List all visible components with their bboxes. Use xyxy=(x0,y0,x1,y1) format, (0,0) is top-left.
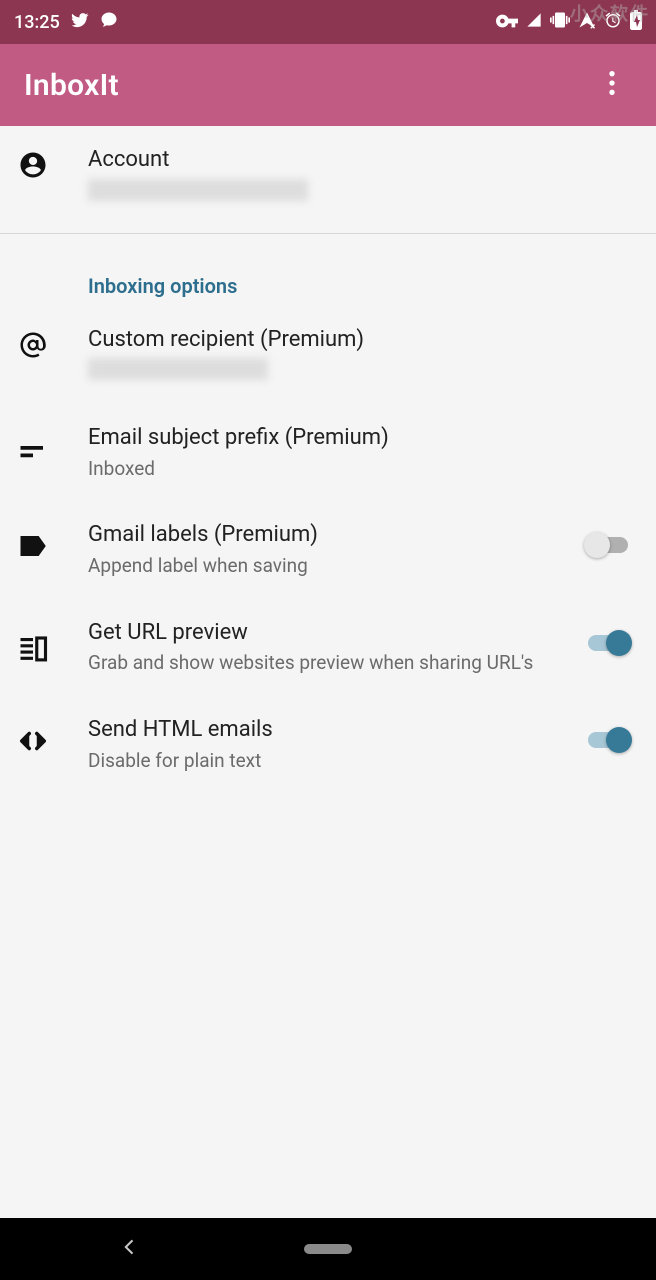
send-html-title: Send HTML emails xyxy=(88,716,568,745)
account-email-redacted xyxy=(88,179,308,201)
settings-list: Account Inboxing options Custom recipien… xyxy=(0,126,656,793)
url-preview-toggle[interactable] xyxy=(584,629,632,657)
label-icon xyxy=(18,531,48,565)
custom-recipient-row[interactable]: Custom recipient (Premium) xyxy=(0,306,656,405)
nav-back-button[interactable] xyxy=(120,1237,140,1261)
at-icon xyxy=(18,330,48,364)
send-html-row[interactable]: Send HTML emails Disable for plain text xyxy=(0,696,656,793)
twitter-icon xyxy=(70,10,90,34)
app-title: InboxIt xyxy=(24,68,119,103)
gmail-labels-toggle[interactable] xyxy=(584,531,632,559)
account-title: Account xyxy=(88,146,632,175)
email-prefix-subtitle: Inboxed xyxy=(88,457,632,482)
more-vert-icon xyxy=(608,69,616,101)
gmail-labels-row[interactable]: Gmail labels (Premium) Append label when… xyxy=(0,501,656,598)
section-header: Inboxing options xyxy=(88,242,632,306)
code-icon xyxy=(18,726,48,760)
app-bar: InboxIt xyxy=(0,44,656,126)
send-html-toggle[interactable] xyxy=(584,726,632,754)
navigation-bar xyxy=(0,1218,656,1280)
battery-charging-icon xyxy=(630,10,642,34)
vibrate-icon xyxy=(550,10,570,34)
more-options-button[interactable] xyxy=(592,65,632,105)
nav-home-button[interactable] xyxy=(304,1244,352,1254)
url-preview-title: Get URL preview xyxy=(88,619,568,648)
send-html-subtitle: Disable for plain text xyxy=(88,749,568,774)
gmail-labels-title: Gmail labels (Premium) xyxy=(88,521,568,550)
account-row[interactable]: Account xyxy=(0,126,656,225)
location-off-icon xyxy=(578,11,596,33)
email-prefix-title: Email subject prefix (Premium) xyxy=(88,424,632,453)
speech-icon xyxy=(100,11,118,33)
vertical-split-icon xyxy=(18,633,48,667)
vpn-key-icon xyxy=(496,13,518,32)
url-preview-row[interactable]: Get URL preview Grab and show websites p… xyxy=(0,599,656,696)
gmail-labels-subtitle: Append label when saving xyxy=(88,554,568,579)
alarm-icon xyxy=(604,11,622,33)
email-prefix-row[interactable]: Email subject prefix (Premium) Inboxed xyxy=(0,404,656,501)
status-bar: 13:25 xyxy=(0,0,656,44)
custom-recipient-title: Custom recipient (Premium) xyxy=(88,326,632,355)
custom-recipient-redacted xyxy=(88,358,268,380)
short-text-icon xyxy=(18,436,48,470)
url-preview-subtitle: Grab and show websites preview when shar… xyxy=(88,651,568,676)
person-icon xyxy=(18,150,48,184)
signal-icon xyxy=(526,12,542,32)
status-time: 13:25 xyxy=(14,12,60,33)
